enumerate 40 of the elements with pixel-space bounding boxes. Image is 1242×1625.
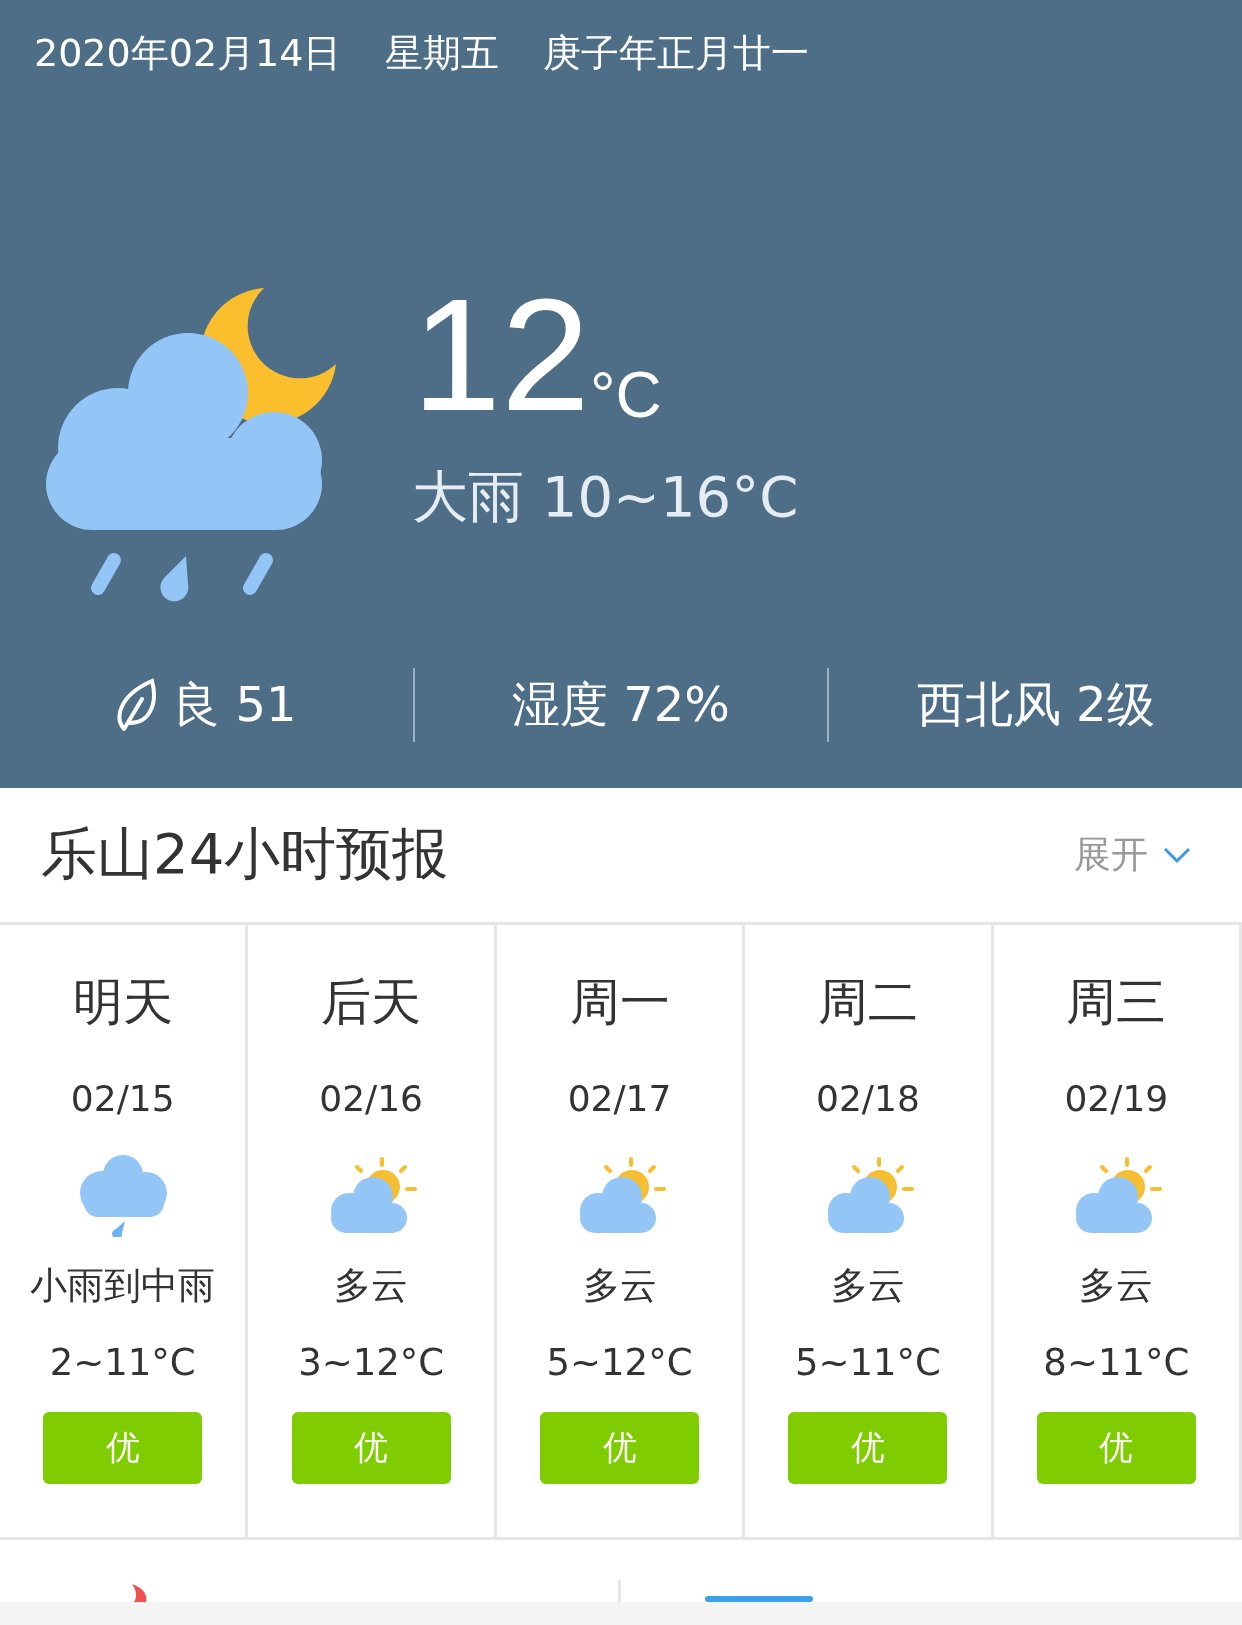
day-date: 02/15 bbox=[70, 1078, 175, 1119]
day-name: 周三 bbox=[1066, 972, 1167, 1033]
current-temperature: 12 bbox=[412, 280, 590, 430]
air-quality-badge: 优 bbox=[788, 1412, 948, 1484]
temperature-range: 8~11°C bbox=[1043, 1341, 1190, 1384]
temperature-range: 2~11°C bbox=[49, 1341, 196, 1384]
air-quality-badge: 优 bbox=[1036, 1412, 1196, 1484]
day-name: 周一 bbox=[569, 972, 670, 1033]
rain-cloud-icon bbox=[77, 1153, 168, 1237]
weather-description: 多云 bbox=[830, 1263, 905, 1309]
lunar-date-text: 庚子年正月廿一 bbox=[543, 30, 810, 77]
weather-description: 多云 bbox=[582, 1263, 657, 1309]
temperature-unit: °C bbox=[589, 360, 662, 430]
temperature-range: 5~12°C bbox=[546, 1341, 693, 1384]
weather-summary: 大雨 10~16°C bbox=[412, 463, 799, 531]
day-date: 02/17 bbox=[567, 1078, 672, 1119]
day-date: 02/16 bbox=[319, 1078, 423, 1119]
air-quality-badge: 优 bbox=[540, 1412, 699, 1484]
weather-stat: 西北风 2级 bbox=[916, 675, 1155, 734]
day-name: 明天 bbox=[72, 972, 173, 1033]
weekday-text: 星期五 bbox=[385, 30, 500, 77]
temperature-range: 5~11°C bbox=[794, 1341, 941, 1384]
weather-stat: 湿度 72% bbox=[512, 675, 730, 734]
forecast-title: 乐山24小时预报 bbox=[41, 820, 449, 888]
chevron-down-icon bbox=[1162, 846, 1192, 864]
leaf-icon bbox=[116, 677, 159, 733]
date-text: 2020年02月14日 bbox=[34, 30, 342, 77]
day-date: 02/18 bbox=[816, 1078, 920, 1119]
air-quality-badge: 优 bbox=[291, 1412, 451, 1484]
temperature-range: 3~12°C bbox=[298, 1341, 445, 1384]
day-name: 周二 bbox=[817, 972, 918, 1033]
expand-toggle[interactable]: 展开 bbox=[1074, 830, 1192, 880]
day-date: 02/19 bbox=[1064, 1078, 1169, 1119]
weather-description: 小雨到中雨 bbox=[30, 1263, 216, 1309]
weather-description: 多云 bbox=[1079, 1263, 1154, 1309]
tab-indicator-icon bbox=[705, 1596, 813, 1602]
air-quality-badge: 优 bbox=[43, 1412, 203, 1484]
weather-description: 多云 bbox=[334, 1263, 409, 1309]
weather-stat: 良 51 bbox=[172, 675, 297, 734]
day-name: 后天 bbox=[321, 972, 422, 1033]
